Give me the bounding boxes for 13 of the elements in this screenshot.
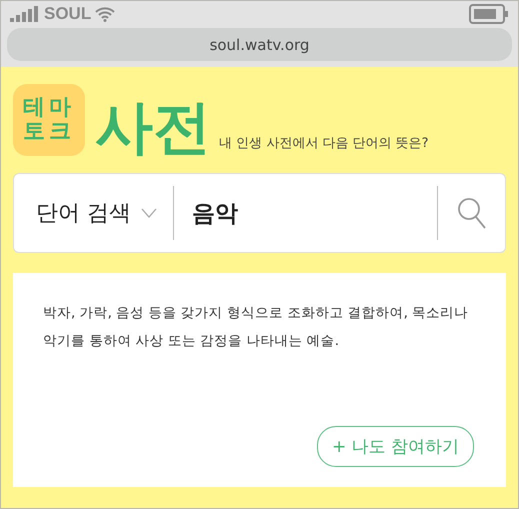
search-icon xyxy=(456,197,486,229)
battery-icon xyxy=(469,4,509,24)
definition-text: 박자, 가락, 음성 등을 갖가지 형식으로 조화하고 결합하여, 목소리나 악기를 통하여 사상 또는 감정을 나타내는 예술. xyxy=(43,304,470,351)
page-title: 사전 xyxy=(95,98,211,156)
address-bar[interactable]: soul.watv.org xyxy=(7,28,512,61)
search-mode-dropdown[interactable]: 단어 검색 xyxy=(14,186,174,240)
carrier-name: SOUL xyxy=(44,4,92,24)
wifi-icon xyxy=(95,6,116,22)
logo: 테마 토크 xyxy=(13,84,85,156)
subtitle: 내 인생 사전에서 다음 단어의 뜻은? xyxy=(219,135,429,152)
search-field[interactable]: 음악 xyxy=(174,200,437,226)
chevron-down-icon xyxy=(141,208,157,218)
signal-icon xyxy=(10,6,40,22)
